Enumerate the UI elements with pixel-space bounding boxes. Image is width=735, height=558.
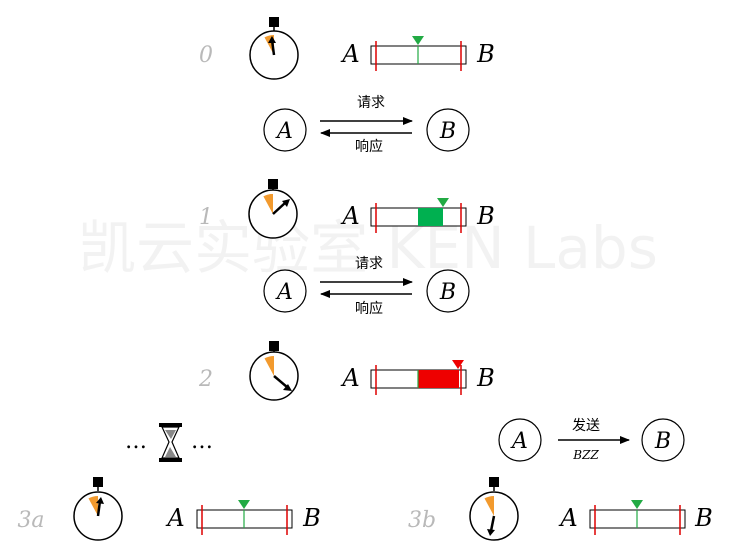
ellipsis-left: … [125, 429, 147, 454]
endpoint-a-label: A [340, 40, 359, 68]
stopwatch-icon [249, 341, 299, 401]
node-b-label: B [439, 119, 456, 144]
stopwatch-icon [73, 477, 123, 541]
step-label: 3a [17, 508, 44, 533]
expired-fill [418, 370, 459, 388]
hourglass-icon [159, 423, 182, 462]
stopwatch-icon [248, 179, 298, 239]
endpoint-b-label: B [694, 504, 713, 532]
position-marker-icon [412, 36, 424, 45]
endpoint-a-label: A [558, 504, 577, 532]
step-3a-row: 3a A B [17, 477, 321, 541]
send-label: 发送 [572, 418, 600, 434]
node-b-label: B [654, 429, 671, 454]
node-a-label: A [275, 280, 293, 305]
ellipsis-right: … [191, 429, 213, 454]
endpoint-b-label: B [476, 364, 495, 392]
window-bar [589, 500, 686, 535]
request-label: 请求 [355, 256, 383, 272]
position-marker-icon [631, 500, 643, 509]
endpoint-b-label: B [476, 40, 495, 68]
response-label: 响应 [355, 138, 383, 155]
position-marker-icon [238, 500, 250, 509]
step-2-row: 2 A B [198, 341, 495, 401]
bzz-label: BZZ [572, 448, 599, 462]
position-marker-icon [437, 198, 449, 207]
step-label: 1 [199, 205, 213, 230]
node-a-label: A [275, 119, 293, 144]
position-marker-icon [452, 360, 464, 369]
waiting-row: … … [125, 423, 213, 462]
endpoint-b-label: B [302, 504, 321, 532]
endpoint-a-label: A [165, 504, 184, 532]
step-0-row: 0 A B [199, 17, 495, 80]
step-3b-row: 3b A B [408, 477, 713, 541]
bzz-send-row: A B 发送 BZZ [498, 418, 685, 462]
endpoint-a-label: A [340, 202, 359, 230]
endpoint-a-label: A [340, 364, 359, 392]
diagram-canvas: 凯云实验室 KEN Labs 0 A B A B 请求 响应 1 A B A B… [17, 17, 713, 541]
response-label: 响应 [355, 300, 383, 317]
exchange-row-1: A B 请求 响应 [263, 95, 470, 155]
request-label: 请求 [357, 95, 385, 111]
step-label: 2 [198, 367, 213, 392]
stopwatch-icon [249, 17, 299, 80]
stopwatch-icon [469, 477, 519, 541]
node-b-label: B [439, 280, 456, 305]
window-bar [370, 36, 467, 71]
node-a-label: A [510, 429, 528, 454]
window-bar [196, 500, 293, 535]
window-bar [370, 360, 467, 395]
step-label: 0 [199, 43, 213, 68]
endpoint-b-label: B [476, 202, 495, 230]
pending-fill [418, 208, 443, 226]
step-label: 3b [408, 508, 436, 533]
